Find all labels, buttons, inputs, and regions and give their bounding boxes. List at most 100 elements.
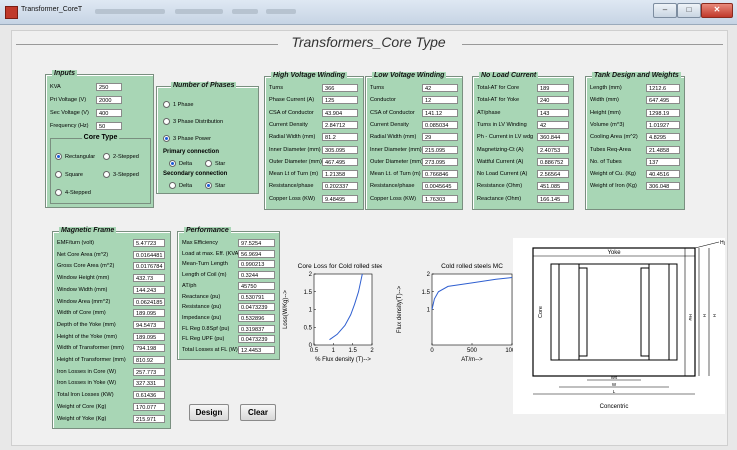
radio-4-stepped[interactable]: 4-Stepped — [55, 189, 91, 196]
field-value[interactable]: 432.73 — [133, 274, 165, 283]
field-label: Total Iron Losses (KW) — [57, 392, 114, 399]
field-value[interactable]: 141.12 — [422, 108, 458, 117]
field-value[interactable]: 794.198 — [133, 344, 165, 353]
field-row: Height of the Yoke (mm) 189.095 — [53, 332, 170, 342]
field-value[interactable]: 327.331 — [133, 379, 165, 388]
design-button[interactable]: Design — [189, 404, 229, 421]
field-value[interactable]: 240 — [537, 96, 569, 105]
radio-rectangular[interactable]: Rectangular — [55, 153, 95, 160]
input-row: Sec Voltage (V) 400 — [46, 109, 153, 118]
field-row: AT/phase 143 — [473, 108, 573, 118]
field-value[interactable]: 215.095 — [422, 145, 458, 154]
field-label: Mean Lt. of Turn (m) — [370, 171, 421, 178]
field-value[interactable]: 0.0624185 — [133, 297, 165, 306]
field-value[interactable]: 189.095 — [133, 332, 165, 341]
field-value[interactable]: 0.766846 — [422, 170, 458, 179]
field-value[interactable]: 2.40753 — [537, 145, 569, 154]
field-label: Total-AT for Core — [477, 85, 520, 91]
field-value[interactable]: 21.4858 — [646, 145, 680, 154]
field-value[interactable]: 647.495 — [646, 96, 680, 105]
lv-winding-title: Low Voltage Winding — [372, 72, 447, 79]
field-value[interactable]: 0.3244 — [238, 271, 275, 280]
field-value[interactable]: 166.145 — [537, 194, 569, 203]
field-value[interactable]: 366 — [322, 84, 358, 92]
radio-3-phase-power[interactable]: 3 Phase Power — [163, 135, 211, 142]
field-value[interactable]: 12 — [422, 96, 458, 105]
field-value[interactable]: 1298.19 — [646, 108, 680, 117]
field-label: Weight of Core (Kg) — [57, 403, 107, 410]
field-value[interactable]: 2.84712 — [322, 120, 358, 129]
field-value[interactable]: 189.095 — [133, 309, 165, 318]
radio-2-stepped[interactable]: 2-Stepped — [103, 153, 139, 160]
field-value[interactable]: 0.319837 — [238, 324, 275, 333]
blurred-menu-item — [266, 9, 296, 14]
radio-3-stepped[interactable]: 3-Stepped — [103, 171, 139, 178]
radio-primary-delta[interactable]: Delta — [169, 160, 192, 167]
field-value[interactable]: 143 — [537, 108, 569, 117]
radio-primary-star[interactable]: Star — [205, 160, 225, 167]
field-value[interactable]: 125 — [322, 96, 358, 105]
field-value[interactable]: 0.0164481 — [133, 250, 165, 259]
radio-secondary-star[interactable]: Star — [205, 182, 225, 189]
radio-square[interactable]: Square — [55, 171, 83, 178]
radio-3-phase-distribution[interactable]: 3 Phase Distribution — [163, 118, 223, 125]
field-value[interactable]: 0.202337 — [322, 182, 358, 191]
field-value[interactable]: 5.47723 — [133, 239, 165, 247]
field-value[interactable]: 1.21358 — [322, 170, 358, 179]
field-value[interactable]: 0.990213 — [238, 260, 275, 269]
no-load-title: No Load Current — [479, 72, 539, 79]
field-value[interactable]: 0.0473239 — [238, 303, 275, 312]
field-value[interactable]: 215.971 — [133, 414, 165, 423]
field-value[interactable]: 56.9694 — [238, 249, 275, 258]
input-field[interactable]: 50 — [96, 122, 122, 130]
field-value[interactable]: 170.077 — [133, 402, 165, 411]
field-value[interactable]: 360.844 — [537, 133, 569, 142]
field-value[interactable]: 43.904 — [322, 108, 358, 117]
magnetic-frame-title: Magnetic Frame — [59, 227, 117, 234]
input-field[interactable]: 2000 — [96, 96, 122, 104]
field-value[interactable]: 1212.6 — [646, 84, 680, 92]
field-value[interactable]: 0.532896 — [238, 313, 275, 322]
clear-button[interactable]: Clear — [240, 404, 276, 421]
field-value[interactable]: 0.0473239 — [238, 335, 275, 344]
field-value[interactable]: 0.61436 — [133, 391, 165, 400]
field-value[interactable]: 4.8295 — [646, 133, 680, 142]
field-value[interactable]: 94.5473 — [133, 320, 165, 329]
field-row: Mean Lt. of Turn (m) 0.766846 — [366, 170, 462, 179]
field-value[interactable]: 2.56564 — [537, 170, 569, 179]
field-row: Magnetizing-Ct (A) 2.40753 — [473, 145, 573, 155]
field-value[interactable]: 1.76303 — [422, 194, 458, 203]
field-value[interactable]: 0.886752 — [537, 157, 569, 166]
field-value[interactable]: 42 — [537, 120, 569, 129]
field-value[interactable]: 273.095 — [422, 157, 458, 166]
close-icon[interactable]: ✕ — [701, 3, 733, 18]
maximize-icon[interactable]: □ — [677, 3, 701, 18]
field-value[interactable]: 0.0176784 — [133, 262, 165, 271]
field-value[interactable]: 257.773 — [133, 367, 165, 376]
field-value[interactable]: 9.48495 — [322, 194, 358, 203]
field-value[interactable]: 144.243 — [133, 285, 165, 294]
radio-secondary-delta[interactable]: Delta — [169, 182, 192, 189]
field-value[interactable]: 451.085 — [537, 182, 569, 191]
field-value[interactable]: 42 — [422, 84, 458, 92]
field-value[interactable]: 0.085034 — [422, 120, 458, 129]
field-value[interactable]: 810.92 — [133, 356, 165, 364]
field-value[interactable]: 29 — [422, 133, 458, 142]
field-value[interactable]: 306.048 — [646, 182, 680, 191]
input-field[interactable]: 400 — [96, 109, 122, 117]
field-value[interactable]: 12.4453 — [238, 346, 275, 354]
field-value[interactable]: 0.0045645 — [422, 182, 458, 191]
field-value[interactable]: 467.495 — [322, 157, 358, 166]
field-value[interactable]: 97.5254 — [238, 239, 275, 247]
field-value[interactable]: 1.01927 — [646, 120, 680, 129]
field-value[interactable]: 137 — [646, 157, 680, 166]
field-value[interactable]: 81.2 — [322, 133, 358, 142]
field-value[interactable]: 0.530791 — [238, 292, 275, 301]
field-value[interactable]: 189 — [537, 84, 569, 92]
minimize-icon[interactable]: – — [653, 3, 677, 18]
field-value[interactable]: 305.095 — [322, 145, 358, 154]
input-field[interactable]: 250 — [96, 83, 122, 91]
radio-1-phase[interactable]: 1 Phase — [163, 101, 194, 108]
field-value[interactable]: 45750 — [238, 281, 275, 290]
field-value[interactable]: 40.4516 — [646, 170, 680, 179]
